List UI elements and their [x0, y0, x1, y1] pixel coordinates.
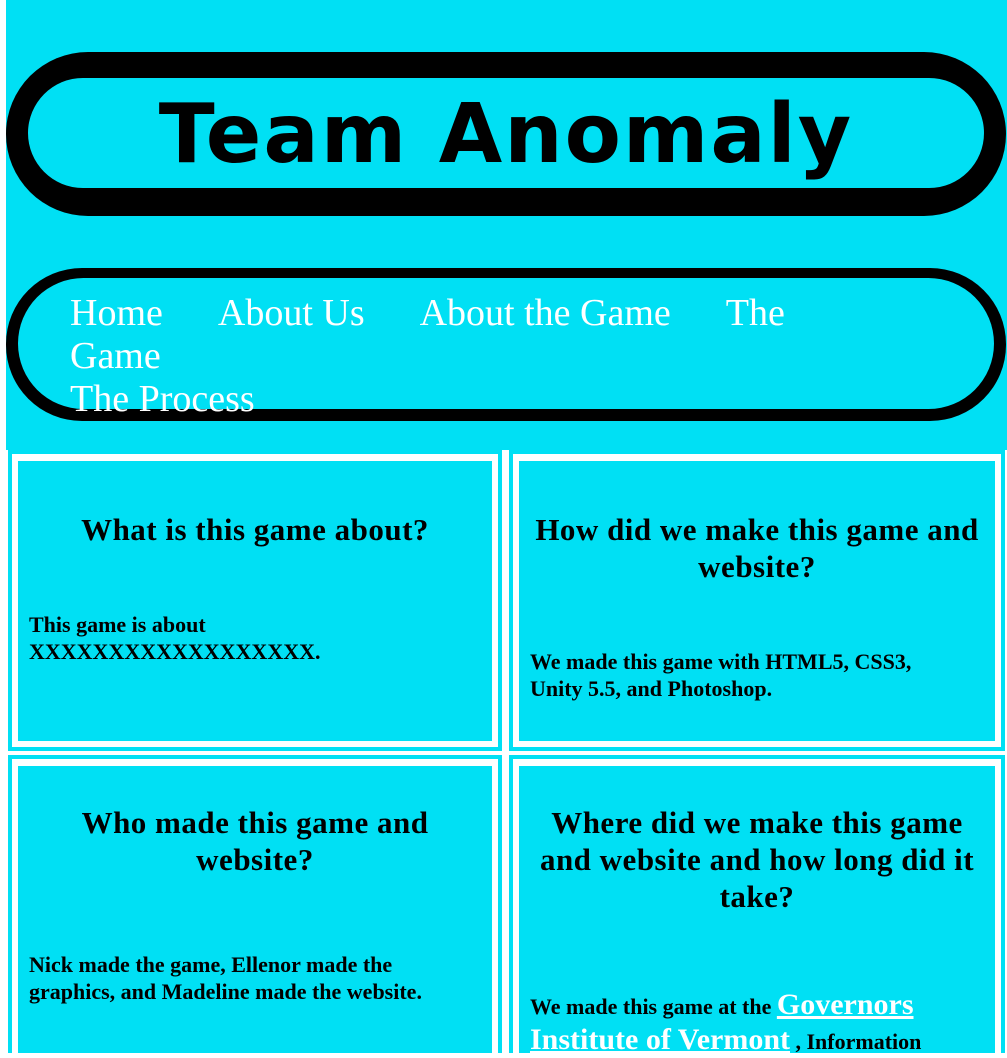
section-who-made: Who made this game and website? Nick mad… [18, 766, 492, 1053]
nav-home-link[interactable]: Home [70, 292, 163, 334]
section-body: We made this game with HTML5, CSS3, Unit… [530, 649, 912, 701]
section-heading: Where did we make this game and website … [539, 805, 975, 914]
nav-banner: Home About Us About the Game The Game The Pr… [6, 268, 1006, 421]
nav-about-the-game-link[interactable]: About the Game [420, 292, 671, 334]
section-heading: What is this game about? [81, 512, 429, 547]
nav-about-us-link[interactable]: About Us [218, 292, 365, 334]
section-how-made: How did we make this game and website? W… [519, 461, 995, 741]
nav-the-process-link[interactable]: The Process [70, 378, 255, 420]
section-body-text: We made this game at the [530, 994, 777, 1019]
section-where-made: Where did we make this game and website … [519, 766, 995, 1056]
content-grid: What is this game about? This game is ab… [6, 450, 1007, 1056]
section-body: This game is about XXXXXXXXXXXXXXXXXX. [29, 612, 321, 664]
section-body-text-after: , Information [790, 1029, 922, 1054]
page: Team Anomaly Home About Us About the Game T… [6, 0, 1007, 1056]
section-game-about: What is this game about? This game is ab… [18, 461, 492, 741]
section-body: We made this game at the Governors Insti… [530, 988, 965, 1058]
title-banner: Team Anomaly [6, 52, 1006, 216]
section-heading: Who made this game and website? [81, 805, 429, 877]
section-body: Nick made the game, Ellenor made the gra… [29, 952, 422, 1004]
section-heading: How did we make this game and website? [535, 512, 979, 584]
site-title: Team Anomaly [158, 87, 854, 182]
main-nav: Home About Us About the Game The Game The Pr… [70, 292, 930, 421]
